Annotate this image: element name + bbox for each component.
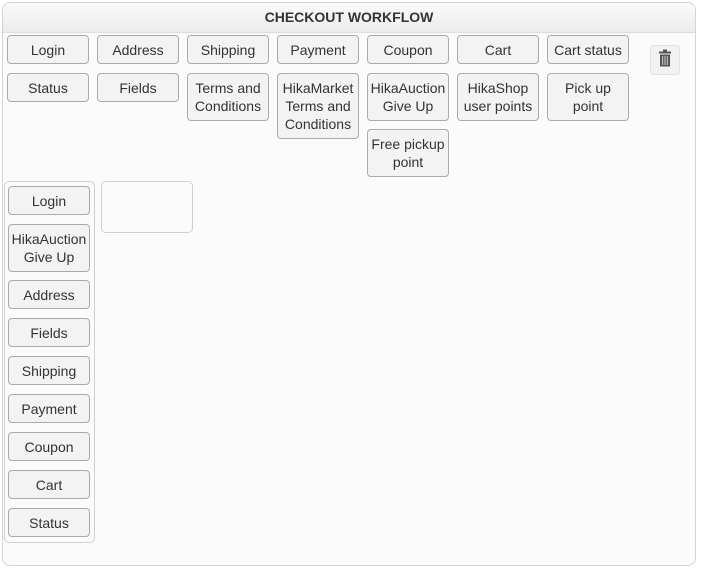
- palette-step-pickup-point[interactable]: Pick up point: [547, 73, 629, 121]
- workflow-step-address[interactable]: Address: [8, 280, 90, 309]
- workflow-step-status[interactable]: Status: [8, 508, 90, 537]
- palette-step-login[interactable]: Login: [7, 35, 89, 64]
- palette-step-payment[interactable]: Payment: [277, 35, 359, 64]
- workflow-step-login[interactable]: Login: [8, 186, 90, 215]
- palette-step-hikamarket-terms[interactable]: HikaMarket Terms and Conditions: [277, 73, 359, 139]
- workflow-column-empty-dropzone[interactable]: [101, 181, 193, 233]
- palette-step-hikaauction-giveup[interactable]: HikaAuction Give Up: [367, 73, 449, 121]
- workflow-step-shipping[interactable]: Shipping: [8, 356, 90, 385]
- palette-step-cart-status[interactable]: Cart status: [547, 35, 629, 64]
- palette-step-terms[interactable]: Terms and Conditions: [187, 73, 269, 121]
- panel-title: CHECKOUT WORKFLOW: [3, 3, 695, 33]
- palette-step-fields[interactable]: Fields: [97, 73, 179, 102]
- palette-step-hikashop-userpoints[interactable]: HikaShop user points: [457, 73, 539, 121]
- palette-step-address[interactable]: Address: [97, 35, 179, 64]
- trash-button[interactable]: [650, 45, 680, 75]
- workflow-step-hikaauction-giveup[interactable]: HikaAuction Give Up: [8, 224, 90, 272]
- trash-icon: [657, 49, 673, 72]
- palette-step-shipping[interactable]: Shipping: [187, 35, 269, 64]
- palette-step-coupon[interactable]: Coupon: [367, 35, 449, 64]
- palette-step-status[interactable]: Status: [7, 73, 89, 102]
- workflow-step-payment[interactable]: Payment: [8, 394, 90, 423]
- workflow-step-coupon[interactable]: Coupon: [8, 432, 90, 461]
- workflow-step-cart[interactable]: Cart: [8, 470, 90, 499]
- palette-step-free-pickup-point[interactable]: Free pickup point: [367, 129, 449, 177]
- palette-step-cart[interactable]: Cart: [457, 35, 539, 64]
- workflow-step-fields[interactable]: Fields: [8, 318, 90, 347]
